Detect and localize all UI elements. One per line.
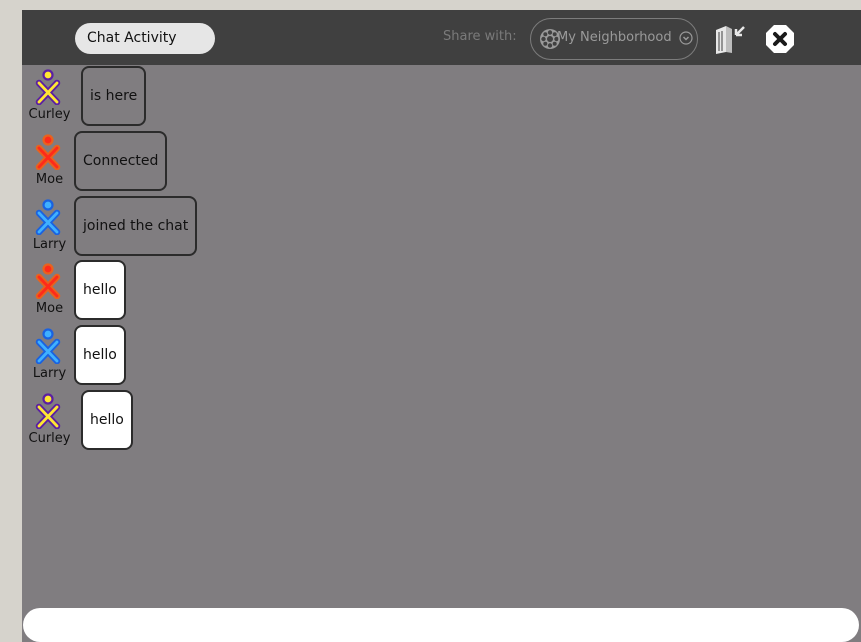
chat-log[interactable]: Curley is here Moe Connected Larry joined the…	[22, 65, 861, 605]
activity-window: Chat Activity Share with: My Neighborhoo…	[22, 10, 861, 642]
chat-message: Larry hello	[22, 324, 861, 388]
buddy-nick: Curley	[28, 431, 71, 446]
buddy[interactable]: Moe	[22, 130, 77, 194]
buddy[interactable]: Curley	[22, 389, 77, 453]
buddy[interactable]: Larry	[22, 324, 77, 388]
xo-buddy-icon	[35, 393, 61, 429]
buddy[interactable]: Curley	[22, 65, 77, 129]
share-with-value: My Neighborhood	[557, 30, 672, 45]
buddy[interactable]: Larry	[22, 195, 77, 259]
message-bubble: hello	[81, 390, 133, 450]
keep-journal-icon[interactable]	[712, 22, 748, 56]
buddy-nick: Larry	[32, 366, 67, 382]
xo-buddy-icon	[35, 263, 61, 300]
xo-buddy-icon	[35, 198, 61, 235]
share-with-label: Share with:	[443, 29, 517, 44]
chat-entry-input[interactable]	[33, 612, 843, 636]
chat-message: Moe Connected	[22, 130, 861, 194]
buddy-nick: Larry	[32, 236, 67, 252]
chat-message: Curley hello	[22, 389, 861, 453]
activity-title-field[interactable]: Chat Activity	[75, 23, 215, 54]
xo-buddy-icon	[35, 328, 61, 365]
buddy-nick: Moe	[35, 171, 64, 187]
buddy-nick: Curley	[28, 107, 71, 122]
chat-message: Larry joined the chat	[22, 195, 861, 259]
message-bubble: hello	[74, 325, 126, 386]
activity-toolbar: Chat Activity Share with: My Neighborhoo…	[22, 10, 861, 65]
message-bubble: hello	[74, 260, 126, 321]
xo-buddy-icon	[35, 134, 61, 170]
status-bubble: is here	[81, 66, 147, 126]
buddy[interactable]: Moe	[22, 259, 77, 323]
status-bubble: Connected	[74, 130, 168, 191]
xo-buddy-icon	[35, 69, 61, 105]
status-bubble: joined the chat	[74, 195, 198, 256]
chat-message: Curley is here	[22, 65, 861, 129]
share-with-combo[interactable]: My Neighborhood	[530, 18, 698, 60]
stop-icon[interactable]	[765, 24, 795, 54]
chat-message: Moe hello	[22, 259, 861, 323]
chevron-down-icon	[679, 31, 693, 45]
buddy-nick: Moe	[35, 301, 64, 317]
chat-entry-container	[23, 608, 859, 642]
